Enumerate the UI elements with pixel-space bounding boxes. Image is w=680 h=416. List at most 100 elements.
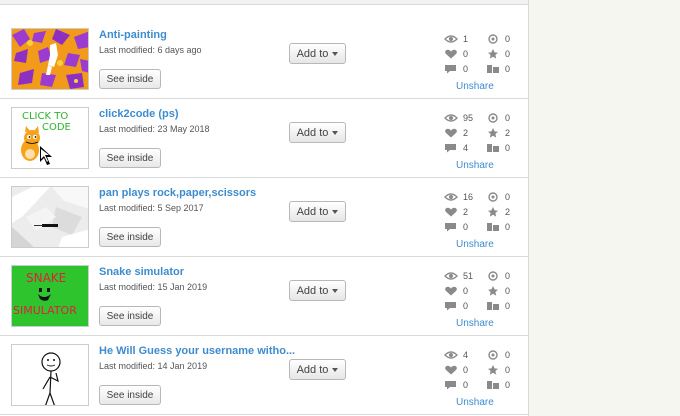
studios-count: 0 [505, 64, 511, 74]
comments-stat: 4 [444, 142, 468, 154]
remix-icon [486, 350, 500, 360]
favorites-stat: 0 [486, 364, 510, 376]
caret-down-icon [332, 131, 339, 135]
project-thumbnail[interactable] [11, 186, 89, 248]
project-thumbnail[interactable]: SNAKE SIMULATOR [11, 265, 89, 327]
add-to-label: Add to [296, 47, 329, 60]
stick-figure-thumbnail-image [12, 345, 88, 405]
project-row: CLICK TO CODE click2code (ps) Last modif… [0, 99, 528, 178]
comments-stat: 0 [444, 300, 468, 312]
see-inside-button[interactable]: See inside [99, 227, 161, 247]
add-to-button[interactable]: Add to [289, 122, 346, 143]
remixes-count: 0 [505, 34, 511, 44]
studio-icon [486, 222, 500, 232]
caret-down-icon [332, 210, 339, 214]
remixes-stat: 0 [486, 191, 510, 203]
see-inside-button[interactable]: See inside [99, 69, 161, 89]
comment-icon [444, 143, 458, 153]
add-to-button[interactable]: Add to [289, 280, 346, 301]
comment-icon [444, 64, 458, 74]
views-stat: 95 [444, 112, 473, 124]
project-title[interactable]: He Will Guess your username witho... [99, 345, 295, 357]
last-modified: Last modified: 5 Sep 2017 [99, 203, 204, 213]
heart-icon [444, 286, 458, 296]
studios-count: 0 [505, 301, 511, 311]
remixes-stat: 0 [486, 270, 510, 282]
loves-stat: 2 [444, 127, 468, 139]
heart-icon [444, 207, 458, 217]
views-count: 4 [463, 350, 469, 360]
favorites-count: 0 [505, 49, 511, 59]
studios-stat: 0 [486, 221, 510, 233]
unshare-link[interactable]: Unshare [456, 160, 494, 171]
comments-stat: 0 [444, 221, 468, 233]
loves-count: 0 [463, 286, 469, 296]
unshare-link[interactable]: Unshare [456, 318, 494, 329]
star-icon [486, 207, 500, 217]
comments-count: 0 [463, 222, 469, 232]
project-title[interactable]: click2code (ps) [99, 108, 178, 120]
comment-icon [444, 222, 458, 232]
studios-stat: 0 [486, 63, 510, 75]
add-to-label: Add to [296, 363, 329, 376]
views-stat: 16 [444, 191, 473, 203]
last-modified: Last modified: 23 May 2018 [99, 124, 210, 134]
project-thumbnail[interactable] [11, 344, 89, 406]
last-modified: Last modified: 15 Jan 2019 [99, 282, 208, 292]
remix-icon [486, 113, 500, 123]
rock-paper-scissors-thumbnail-image [12, 187, 88, 247]
heart-icon [444, 128, 458, 138]
projects-panel: Anti-painting Last modified: 6 days ago … [0, 0, 529, 416]
remix-icon [486, 192, 500, 202]
see-inside-button[interactable]: See inside [99, 385, 161, 405]
caret-down-icon [332, 289, 339, 293]
unshare-link[interactable]: Unshare [456, 239, 494, 250]
favorites-count: 2 [505, 128, 511, 138]
loves-stat: 0 [444, 48, 468, 60]
views-count: 95 [463, 113, 474, 123]
thumbnail-text-line-1: SNAKE [26, 271, 66, 285]
project-title[interactable]: Snake simulator [99, 266, 184, 278]
unshare-link[interactable]: Unshare [456, 81, 494, 92]
eye-icon [444, 350, 458, 360]
eye-icon [444, 271, 458, 281]
click2code-thumbnail-image: CLICK TO CODE [12, 108, 88, 168]
see-inside-button[interactable]: See inside [99, 306, 161, 326]
loves-stat: 0 [444, 285, 468, 297]
heart-icon [444, 49, 458, 59]
see-inside-button[interactable]: See inside [99, 148, 161, 168]
studio-icon [486, 301, 500, 311]
favorites-stat: 2 [486, 127, 510, 139]
eye-icon [444, 113, 458, 123]
add-to-button[interactable]: Add to [289, 359, 346, 380]
project-row: He Will Guess your username witho... Las… [0, 336, 528, 415]
unshare-link[interactable]: Unshare [456, 397, 494, 408]
project-thumbnail[interactable]: CLICK TO CODE [11, 107, 89, 169]
project-thumbnail[interactable] [11, 28, 89, 90]
comments-stat: 0 [444, 379, 468, 391]
snake-simulator-thumbnail-image: SNAKE SIMULATOR [12, 266, 88, 326]
star-icon [486, 128, 500, 138]
project-title[interactable]: pan plays rock,paper,scissors [99, 187, 256, 199]
add-to-label: Add to [296, 284, 329, 297]
project-title[interactable]: Anti-painting [99, 29, 167, 41]
remix-icon [486, 34, 500, 44]
add-to-label: Add to [296, 126, 329, 139]
views-stat: 4 [444, 349, 468, 361]
remixes-count: 0 [505, 113, 511, 123]
remixes-count: 0 [505, 350, 511, 360]
add-to-button[interactable]: Add to [289, 201, 346, 222]
loves-stat: 0 [444, 364, 468, 376]
comment-icon [444, 301, 458, 311]
views-stat: 51 [444, 270, 473, 282]
loves-count: 0 [463, 49, 469, 59]
studios-count: 0 [505, 380, 511, 390]
star-icon [486, 286, 500, 296]
comments-count: 0 [463, 64, 469, 74]
remixes-stat: 0 [486, 112, 510, 124]
remixes-stat: 0 [486, 349, 510, 361]
views-count: 16 [463, 192, 474, 202]
project-row: SNAKE SIMULATOR Snake simulator Last mod… [0, 257, 528, 336]
add-to-button[interactable]: Add to [289, 43, 346, 64]
studios-count: 0 [505, 222, 511, 232]
